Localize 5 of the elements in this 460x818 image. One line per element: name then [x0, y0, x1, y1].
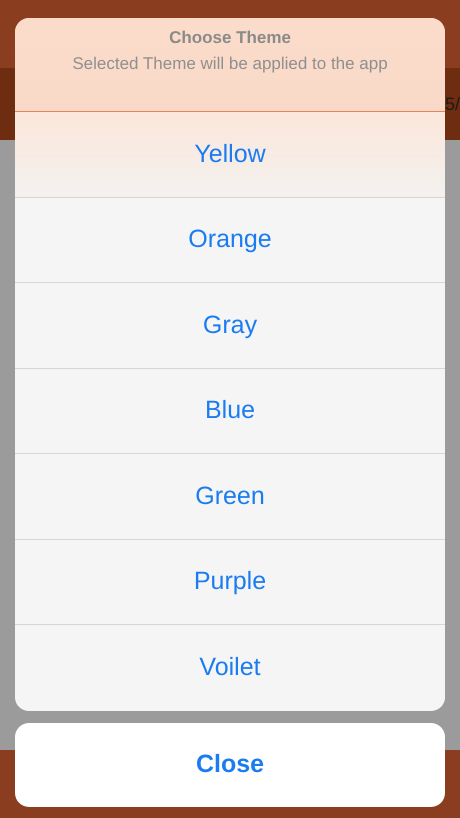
header-text: 5/: [444, 94, 460, 114]
sheet-message: Selected Theme will be applied to the app: [71, 54, 389, 74]
close-button[interactable]: Close: [15, 722, 445, 806]
sheet-title: Choose Theme: [168, 28, 292, 48]
theme-option[interactable]: Yellow: [15, 112, 445, 198]
